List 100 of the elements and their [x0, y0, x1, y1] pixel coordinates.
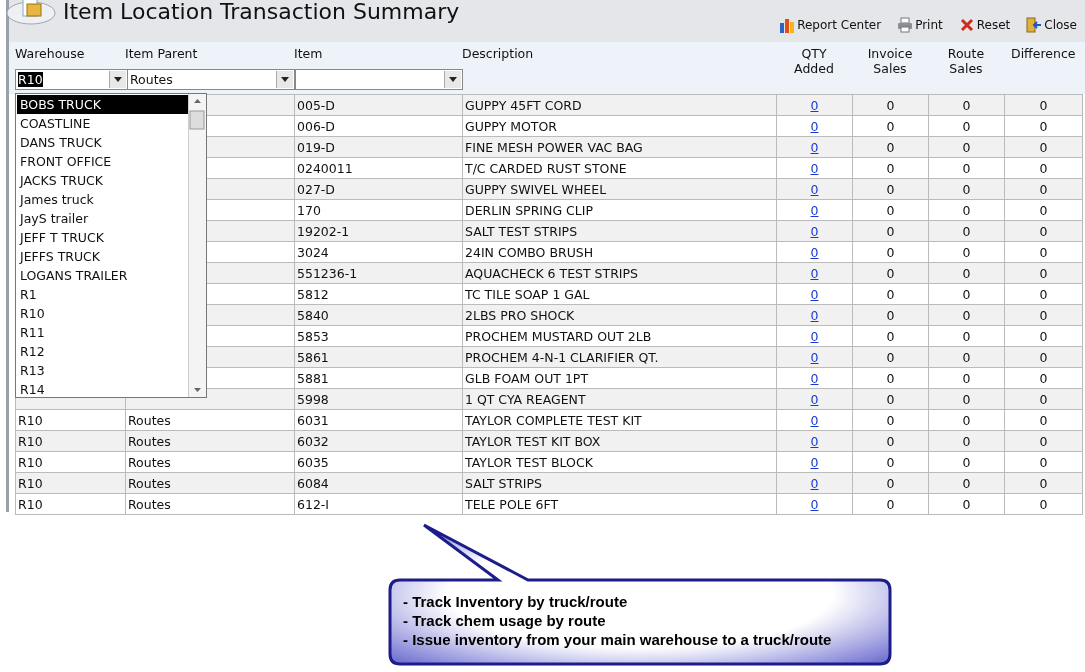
table-cell: 5881 [294, 367, 463, 389]
quantity-link[interactable]: 0 [810, 160, 819, 176]
dropdown-option[interactable]: BOBS TRUCK [17, 95, 188, 114]
dropdown-option[interactable]: JEFF T TRUCK [17, 228, 188, 247]
table-cell: TAYLOR TEST KIT BOX [462, 430, 777, 452]
table-cell: 0 [1004, 199, 1083, 221]
dropdown-option[interactable]: R12 [17, 342, 188, 361]
table-cell: Routes [125, 451, 295, 473]
dropdown-option[interactable]: R10 [17, 304, 188, 323]
quantity-link[interactable]: 0 [810, 181, 819, 197]
table-cell: 0 [852, 325, 929, 347]
quantity-link[interactable]: 0 [810, 307, 819, 323]
quantity-link[interactable]: 0 [810, 244, 819, 260]
bar-chart-icon [779, 17, 796, 33]
table-cell: R10 [15, 430, 126, 452]
column-header: Invoice Sales [866, 46, 914, 76]
quantity-link[interactable]: 0 [810, 433, 819, 449]
column-header: Item Parent [125, 46, 198, 61]
table-cell: SALT STRIPS [462, 472, 777, 494]
table-cell: GUPPY SWIVEL WHEEL [462, 178, 777, 200]
quantity-link[interactable]: 0 [810, 202, 819, 218]
table-cell: T/C CARDED RUST STONE [462, 157, 777, 179]
quantity-link[interactable]: 0 [810, 118, 819, 134]
table-cell: Routes [125, 409, 295, 431]
quantity-link[interactable]: 0 [810, 328, 819, 344]
quantity-link[interactable]: 0 [810, 412, 819, 428]
dropdown-option[interactable]: DANS TRUCK [17, 133, 188, 152]
dropdown-option[interactable]: JACKS TRUCK [17, 171, 188, 190]
toolbar-button[interactable]: Reset [958, 17, 1011, 33]
quantity-link[interactable]: 0 [810, 370, 819, 386]
table-cell: 0 [852, 367, 929, 389]
callout-text: - Issue inventory from your main warehouse to a truck/route [403, 630, 832, 649]
column-header: Difference [1011, 46, 1075, 61]
cross-icon [958, 17, 975, 33]
table-cell: 0 [928, 493, 1005, 515]
combo-box[interactable]: Routes [127, 69, 295, 90]
table-cell: 0 [928, 94, 1005, 116]
table-cell: GUPPY 45FT CORD [462, 94, 777, 116]
table-cell: GUPPY MOTOR [462, 115, 777, 137]
table-cell: R10 [15, 493, 126, 515]
table-cell: 0 [928, 283, 1005, 305]
table-cell: 612-I [294, 493, 463, 515]
dropdown-option[interactable]: COASTLINE [17, 114, 188, 133]
table-cell: TELE POLE 6FT [462, 493, 777, 515]
table-cell: 0 [928, 325, 1005, 347]
toolbar-button[interactable]: Close [1026, 17, 1077, 33]
table-cell: 5853 [294, 325, 463, 347]
table-cell: 6031 [294, 409, 463, 431]
quantity-link[interactable]: 0 [810, 223, 819, 239]
table-cell: PROCHEM 4-N-1 CLARIFIER QT. [462, 346, 777, 368]
column-header: Description [462, 46, 534, 61]
dropdown-option[interactable]: JayS trailer [17, 209, 188, 228]
table-cell: FINE MESH POWER VAC BAG [462, 136, 777, 158]
table-cell: 0 [1004, 94, 1083, 116]
dropdown-option[interactable]: R1 [17, 285, 188, 304]
table-cell: 0240011 [294, 157, 463, 179]
callout-text: - Track Inventory by truck/route [403, 592, 629, 611]
quantity-link[interactable]: 0 [810, 286, 819, 302]
combo-box[interactable] [295, 69, 463, 90]
table-cell: 3024 [294, 241, 463, 263]
quantity-link[interactable]: 0 [810, 265, 819, 281]
table-cell: 0 [852, 409, 929, 431]
table-cell: 0 [852, 493, 929, 515]
table-cell: 0 [1004, 325, 1083, 347]
quantity-link[interactable]: 0 [810, 475, 819, 491]
toolbar-button[interactable]: Print [897, 17, 943, 33]
dropdown-option[interactable]: JEFFS TRUCK [17, 247, 188, 266]
table-cell: 0 [852, 157, 929, 179]
quantity-link[interactable]: 0 [810, 496, 819, 512]
table-cell: 0 [1004, 157, 1083, 179]
table-cell: 2LBS PRO SHOCK [462, 304, 777, 326]
dropdown-option[interactable]: R11 [17, 323, 188, 342]
quantity-link[interactable]: 0 [810, 349, 819, 365]
table-cell: TAYLOR TEST BLOCK [462, 451, 777, 473]
dropdown-option[interactable]: R13 [17, 361, 188, 380]
table-cell: 0 [1004, 241, 1083, 263]
table-cell: R10 [15, 472, 126, 494]
dropdown-option[interactable]: R14 [17, 380, 188, 399]
table-cell: 0 [852, 115, 929, 137]
quantity-link[interactable]: 0 [810, 139, 819, 155]
table-cell: SALT TEST STRIPS [462, 220, 777, 242]
table-cell: 0 [928, 409, 1005, 431]
column-header: Warehouse [15, 46, 85, 61]
table-cell: 0 [1004, 493, 1083, 515]
table-cell: 0 [1004, 367, 1083, 389]
toolbar-button[interactable]: Report Center [779, 17, 882, 33]
quantity-link[interactable]: 0 [810, 454, 819, 470]
table-cell: DERLIN SPRING CLIP [462, 199, 777, 221]
quantity-link[interactable]: 0 [810, 391, 819, 407]
printer-icon [897, 17, 914, 33]
table-cell: 5812 [294, 283, 463, 305]
table-cell: 0 [1004, 409, 1083, 431]
column-header: Route Sales [946, 46, 986, 76]
dropdown-option[interactable]: FRONT OFFICE [17, 152, 188, 171]
dropdown-option[interactable]: LOGANS TRAILER [17, 266, 188, 285]
dropdown-option[interactable]: James truck [17, 190, 188, 209]
table-cell: R10 [15, 409, 126, 431]
quantity-link[interactable]: 0 [810, 97, 819, 113]
table-cell: 0 [928, 451, 1005, 473]
combo-box[interactable]: R10 [15, 69, 128, 90]
